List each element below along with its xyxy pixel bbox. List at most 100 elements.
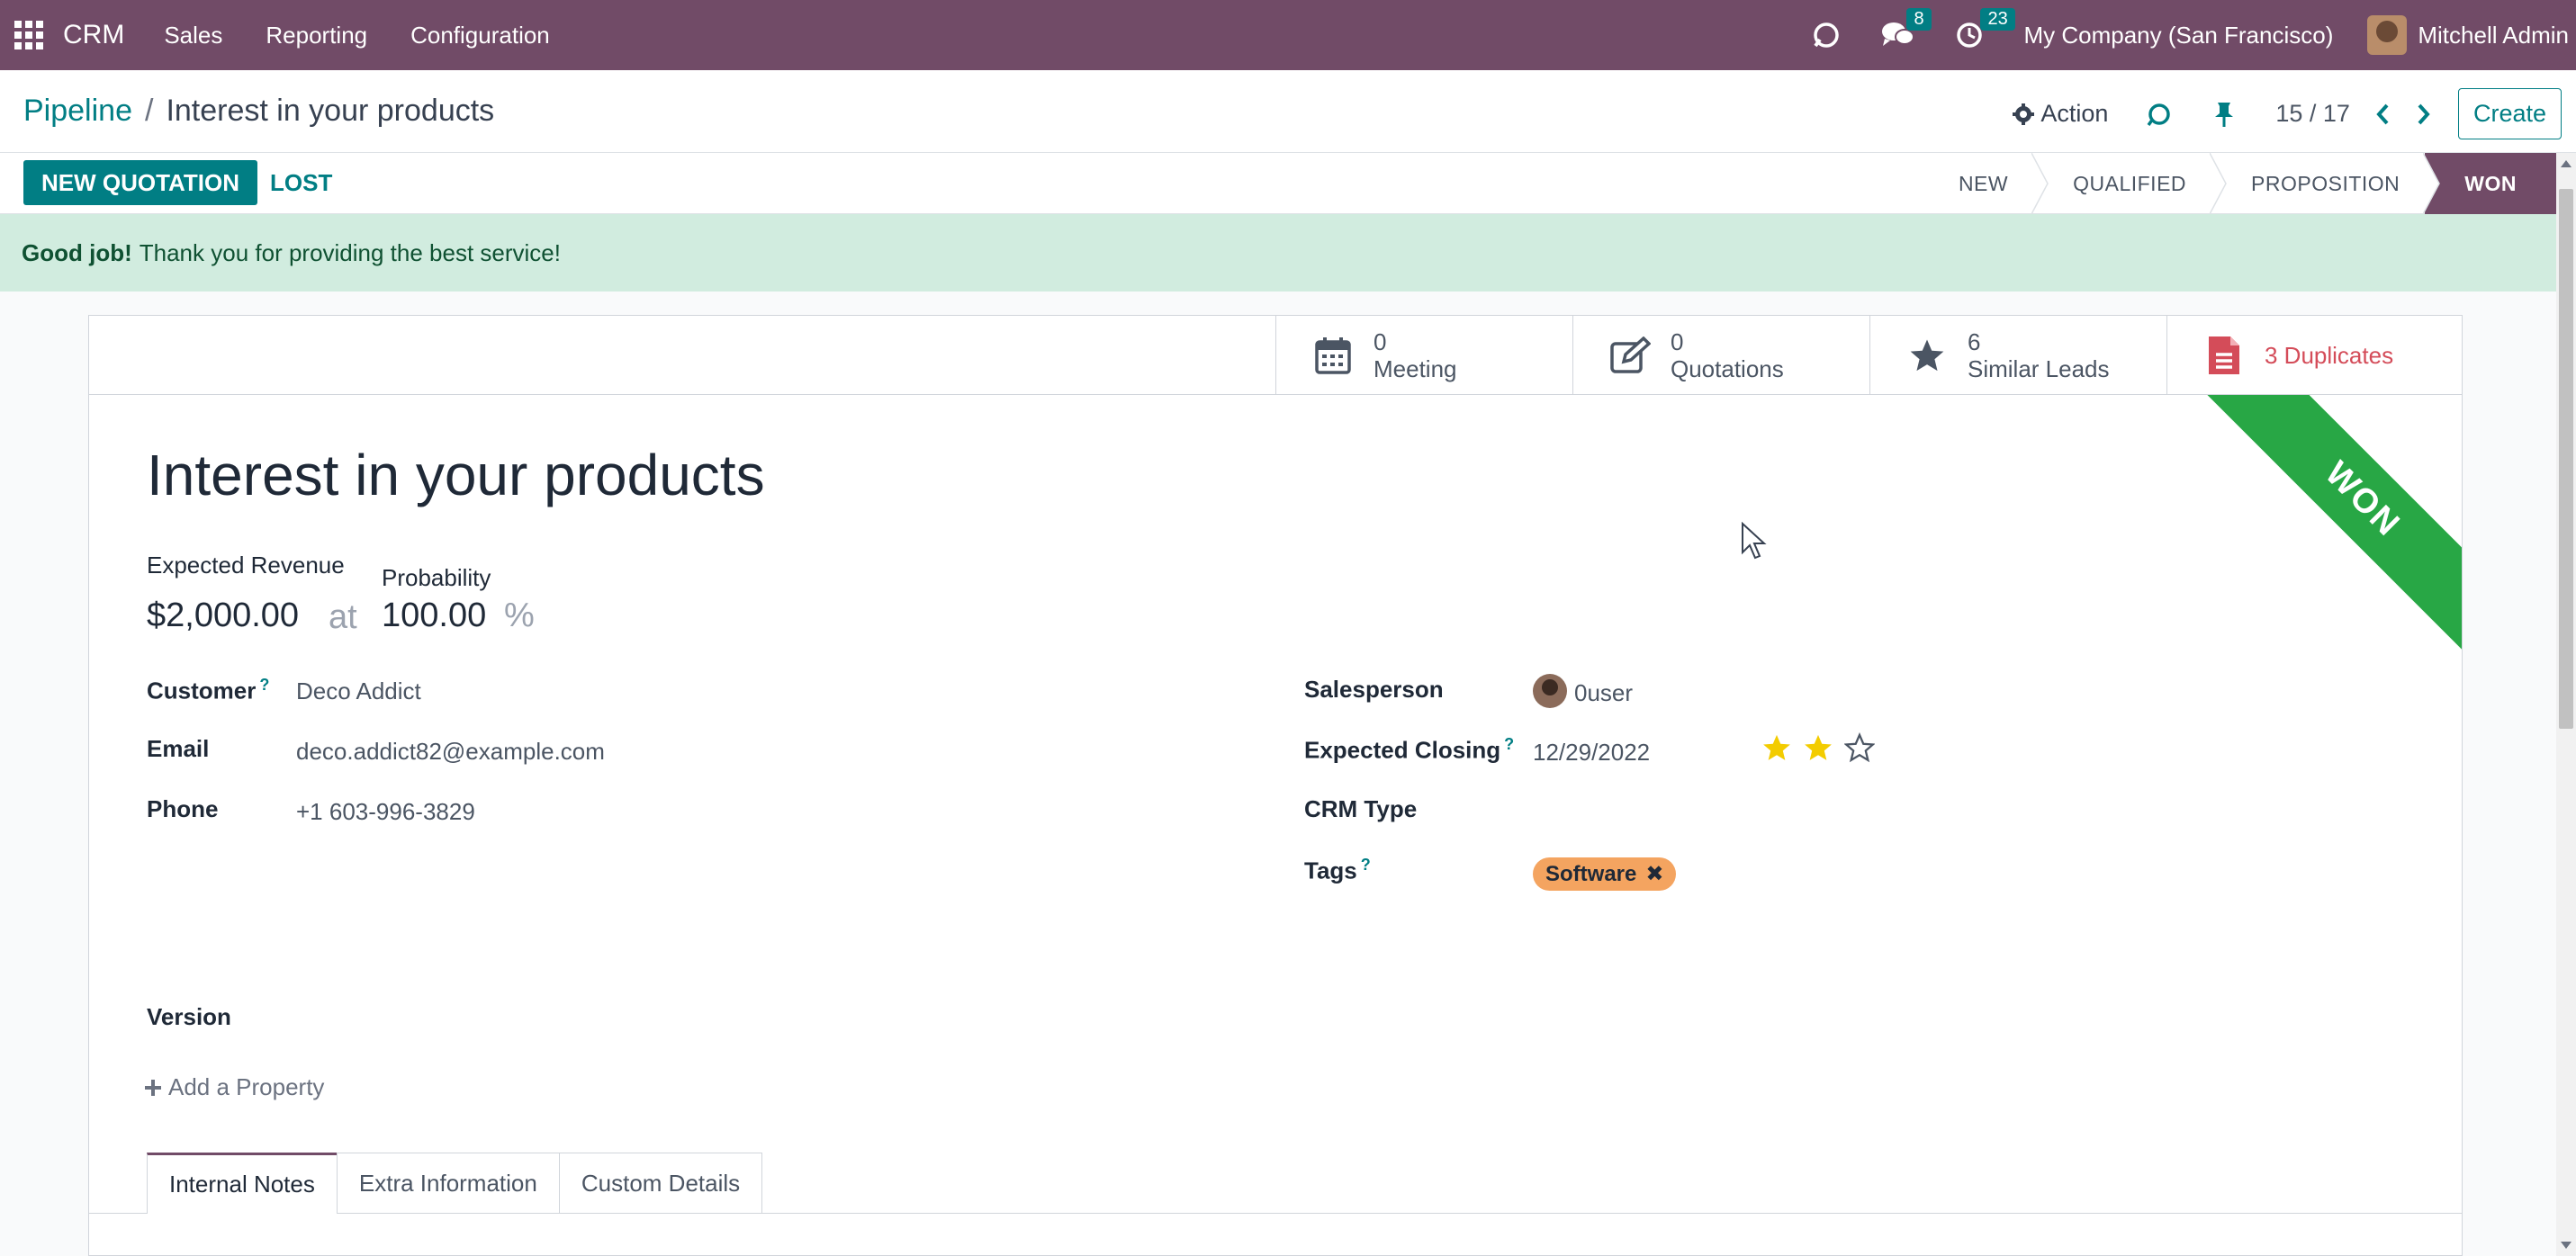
notebook-tabs: Internal Notes Extra Information Custom …: [147, 1153, 763, 1214]
won-ribbon-label: WON: [2192, 395, 2462, 665]
meeting-label: Meeting: [1374, 355, 1457, 382]
meeting-count: 0: [1374, 328, 1387, 355]
tab-extra-information[interactable]: Extra Information: [336, 1153, 560, 1214]
stage-won-label: WON: [2464, 171, 2517, 195]
add-property-label: Add a Property: [168, 1073, 325, 1100]
plus-icon: [145, 1079, 161, 1096]
duplicates-button[interactable]: 3 Duplicates: [2166, 316, 2462, 395]
scroll-thumb[interactable]: [2559, 189, 2573, 729]
star-filled-icon[interactable]: [1761, 732, 1792, 763]
lead-title[interactable]: Interest in your products: [147, 442, 765, 508]
meeting-button[interactable]: 0 Meeting: [1275, 316, 1572, 395]
tab-internal-notes[interactable]: Internal Notes: [147, 1153, 338, 1214]
scroll-up-icon[interactable]: [2561, 160, 2571, 167]
expected-revenue-label: Expected Revenue: [147, 552, 345, 579]
salesperson-field[interactable]: 0user: [1574, 679, 1633, 707]
crm-type-label: CRM Type: [1304, 795, 1418, 822]
page-scrollbar[interactable]: [2556, 153, 2576, 1256]
breadcrumb-current: Interest in your products: [166, 94, 495, 128]
expected-closing-label: Expected Closing?: [1304, 735, 1515, 764]
similar-leads-button[interactable]: 6 Similar Leads: [1869, 316, 2166, 395]
tab-custom-details[interactable]: Custom Details: [558, 1153, 763, 1214]
email-label: Email: [147, 735, 210, 762]
star-empty-icon[interactable]: [1844, 732, 1875, 763]
alert-bold-text: Good job!: [22, 238, 132, 266]
percent-sign: %: [504, 597, 535, 634]
voip-icon[interactable]: [1811, 20, 1842, 50]
new-quotation-button[interactable]: NEW QUOTATION: [23, 160, 258, 205]
messages-icon[interactable]: 8: [1881, 8, 1932, 49]
stage-proposition-label: PROPOSITION: [2251, 171, 2400, 195]
top-navbar: CRM Sales Reporting Configuration 8 23 M…: [0, 0, 2576, 70]
action-label: Action: [2040, 100, 2109, 127]
version-label: Version: [147, 1003, 231, 1030]
form-sheet: 0 Meeting 0 Quotations 6 Similar Leads 3…: [88, 315, 2463, 1256]
messages-badge: 8: [1906, 8, 1932, 31]
tags-label: Tags?: [1304, 856, 1371, 884]
pager-previous-icon[interactable]: [2375, 103, 2390, 126]
stage-pipeline: NEW QUALIFIED PROPOSITION WON: [1919, 153, 2556, 214]
similar-leads-count: 6: [1968, 328, 1981, 355]
stage-new-label: NEW: [1958, 171, 2009, 195]
user-avatar: [2367, 15, 2408, 55]
quotations-count: 0: [1671, 328, 1684, 355]
stage-proposition[interactable]: PROPOSITION: [2211, 153, 2441, 214]
menu-reporting[interactable]: Reporting: [266, 22, 367, 49]
lost-button[interactable]: LOST: [270, 160, 332, 205]
breadcrumb: Pipeline / Interest in your products: [23, 94, 494, 129]
star-filled-icon[interactable]: [1803, 732, 1833, 763]
scroll-down-icon[interactable]: [2561, 1242, 2571, 1249]
customer-field[interactable]: Deco Addict: [296, 677, 421, 705]
phone-field[interactable]: +1 603-996-3829: [296, 798, 475, 826]
menu-configuration[interactable]: Configuration: [410, 22, 550, 49]
expected-closing-field[interactable]: 12/29/2022: [1533, 739, 1650, 767]
success-alert: Good job! Thank you for providing the be…: [0, 214, 2556, 292]
edit-icon: [1609, 336, 1651, 374]
tag-label: Software: [1545, 861, 1637, 886]
file-pdf-icon: [2203, 335, 2245, 376]
remove-tag-icon[interactable]: ✖: [1645, 861, 1663, 887]
customer-label: Customer?: [147, 676, 270, 704]
user-name: Mitchell Admin: [2418, 21, 2569, 49]
won-ribbon: WON: [2192, 395, 2462, 665]
refresh-icon[interactable]: [2146, 101, 2173, 128]
user-menu[interactable]: Mitchell Admin: [2367, 15, 2569, 55]
stage-new[interactable]: NEW: [1919, 153, 2049, 214]
duplicates-label: 3 Duplicates: [2265, 341, 2394, 369]
company-switcher[interactable]: My Company (San Francisco): [2023, 22, 2333, 49]
pin-icon[interactable]: [2212, 101, 2236, 128]
menu-sales[interactable]: Sales: [164, 22, 222, 49]
help-icon[interactable]: ?: [1361, 856, 1371, 874]
calendar-icon: [1312, 336, 1354, 375]
help-icon[interactable]: ?: [1504, 735, 1514, 753]
quotations-label: Quotations: [1671, 355, 1784, 382]
priority-widget: [1761, 732, 1875, 763]
probability-value[interactable]: 100.00: [382, 597, 486, 635]
control-panel: Pipeline / Interest in your products Act…: [0, 70, 2576, 153]
pager-value[interactable]: 15 / 17: [2275, 100, 2350, 128]
apps-menu-icon[interactable]: [0, 0, 58, 70]
stage-qualified[interactable]: QUALIFIED: [2033, 153, 2227, 214]
phone-label: Phone: [147, 795, 219, 822]
help-icon[interactable]: ?: [259, 676, 269, 694]
breadcrumb-pipeline[interactable]: Pipeline: [23, 94, 132, 129]
activities-badge: 23: [1980, 8, 2015, 31]
alert-text: Thank you for providing the best service…: [139, 238, 561, 266]
pager-next-icon[interactable]: [2417, 103, 2431, 126]
quotations-button[interactable]: 0 Quotations: [1572, 316, 1869, 395]
stage-won[interactable]: WON: [2425, 153, 2556, 214]
salesperson-avatar: [1533, 674, 1567, 708]
salesperson-label: Salesperson: [1304, 676, 1444, 703]
app-brand[interactable]: CRM: [63, 20, 124, 50]
action-button[interactable]: Action: [2012, 100, 2108, 128]
gear-icon: [2013, 103, 2035, 125]
probability-label: Probability: [382, 564, 491, 591]
tag-badge[interactable]: Software ✖: [1533, 857, 1677, 891]
create-button[interactable]: Create: [2457, 88, 2562, 139]
email-field[interactable]: deco.addict82@example.com: [296, 738, 605, 766]
stage-qualified-label: QUALIFIED: [2073, 171, 2187, 195]
star-icon: [1906, 336, 1948, 374]
expected-revenue-value[interactable]: $2,000.00: [147, 597, 299, 635]
add-property-button[interactable]: Add a Property: [143, 1073, 324, 1101]
activities-icon[interactable]: 23: [1955, 8, 2015, 49]
